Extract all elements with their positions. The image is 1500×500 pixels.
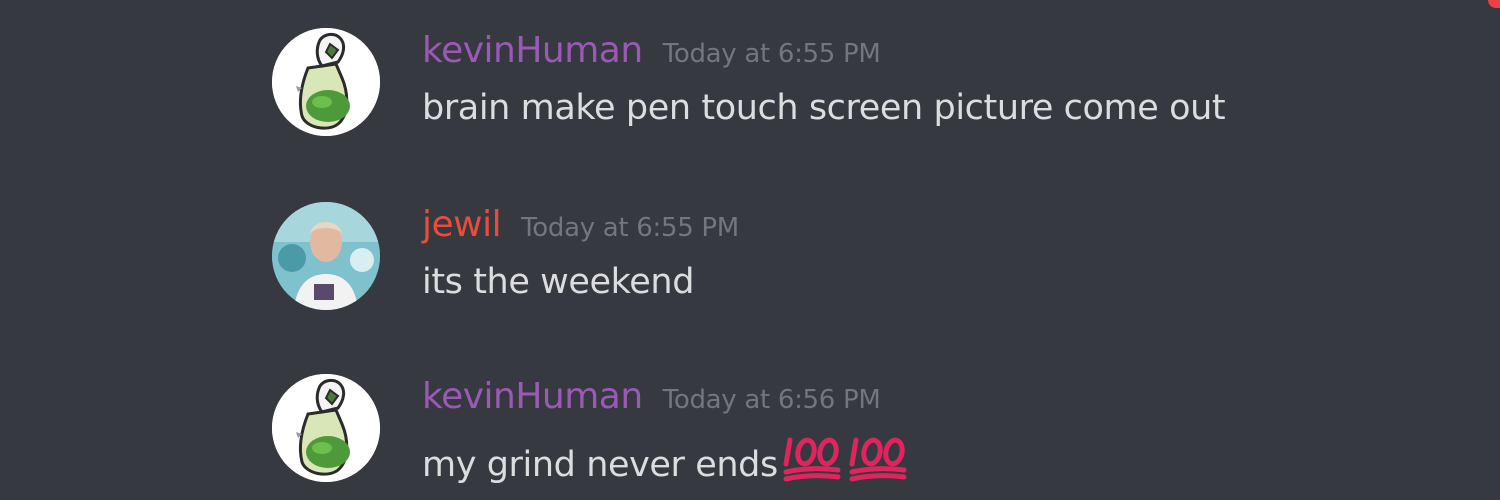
hundred-points-icon — [782, 434, 844, 491]
message-content: my grind never ends — [422, 434, 910, 491]
message-item: jewil Today at 6:55 PM its the weekend — [272, 202, 1452, 312]
chat-message-list: kevinHuman Today at 6:55 PM brain make pe… — [0, 0, 1500, 500]
potion-bottle-icon — [272, 374, 380, 482]
avatar[interactable] — [272, 202, 380, 310]
message-text: my grind never ends — [422, 445, 778, 485]
timestamp-label: Today at 6:55 PM — [521, 213, 739, 243]
timestamp-label: Today at 6:55 PM — [662, 39, 881, 69]
hundred-points-icon — [848, 434, 910, 491]
notification-indicator — [1488, 0, 1500, 8]
message-item: kevinHuman Today at 6:55 PM brain make pe… — [272, 28, 1452, 138]
username-label[interactable]: kevinHuman — [422, 30, 643, 71]
username-label[interactable]: kevinHuman — [422, 376, 643, 417]
potion-bottle-icon — [272, 28, 380, 136]
avatar[interactable] — [272, 28, 380, 136]
person-photo-avatar — [272, 202, 380, 310]
avatar[interactable] — [272, 374, 380, 482]
timestamp-label: Today at 6:56 PM — [662, 385, 881, 415]
message-content: its the weekend — [422, 262, 695, 302]
username-label[interactable]: jewil — [422, 204, 502, 245]
message-item: kevinHuman Today at 6:56 PM my grind neve… — [272, 374, 1452, 485]
message-content: brain make pen touch screen picture come… — [422, 88, 1226, 128]
